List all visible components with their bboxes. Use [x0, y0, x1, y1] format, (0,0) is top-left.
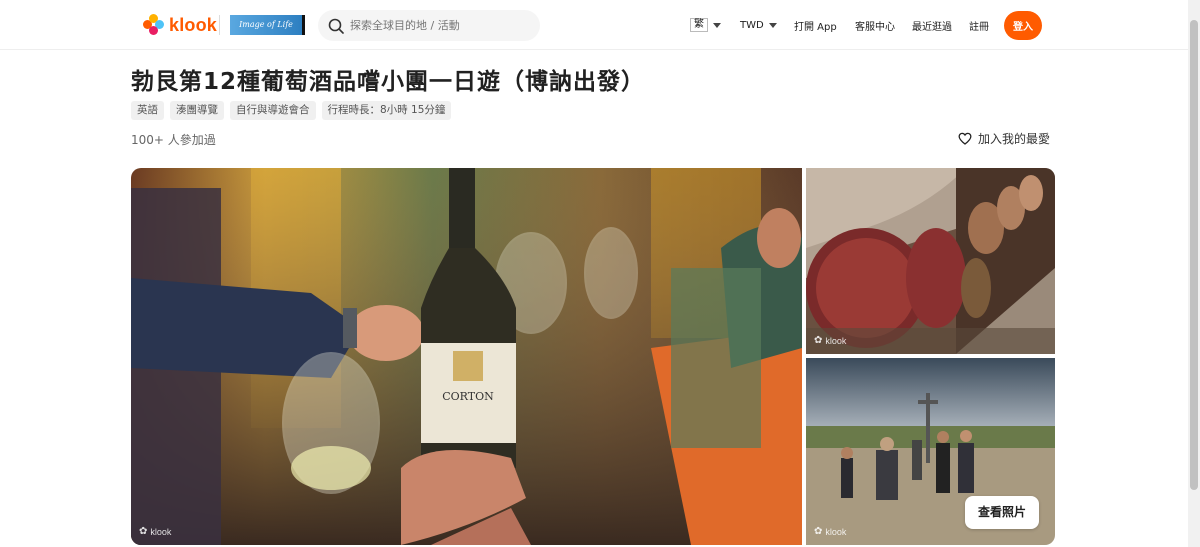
register-link[interactable]: 註冊 [969, 0, 989, 50]
tag-language: 英語 [131, 101, 164, 120]
klook-logo-text: klook [169, 14, 218, 35]
klook-watermark: ✿ klook [814, 335, 847, 346]
currency-label: TWD [740, 19, 764, 31]
klook-watermark: ✿ klook [139, 526, 172, 537]
tag-meeting: 自行與導遊會合 [230, 101, 316, 120]
open-app-link[interactable]: 打開 App [794, 0, 837, 50]
login-button[interactable]: 登入 [1004, 11, 1042, 40]
activity-title: 勃艮第12種葡萄酒品嚐小團一日遊（博訥出發） [131, 69, 646, 95]
tag-duration: 行程時長：8小時 15分鐘 [321, 101, 452, 120]
language-selector[interactable]: 繁 [690, 0, 721, 50]
recently-viewed-link[interactable]: 最近逛過 [912, 0, 952, 50]
chevron-down-icon [768, 22, 777, 28]
participants-count: 100+ 人參加過 [131, 133, 216, 147]
wishlist-label: 加入我的最愛 [978, 132, 1051, 146]
bottle-label-text: CORTON [442, 390, 494, 403]
currency-selector[interactable]: TWD [740, 0, 777, 50]
activity-tags: 英語 湊團導覽 自行與導遊會合 行程時長：8小時 15分鐘 [131, 101, 452, 120]
partner-badge: Image of Life [230, 15, 305, 35]
customer-service-link[interactable]: 客服中心 [855, 0, 895, 50]
chevron-down-icon [713, 22, 721, 28]
language-label: 繁 [690, 18, 708, 32]
main-photo[interactable]: CORTON ✿ klook [131, 168, 802, 545]
search-icon [328, 18, 344, 34]
klook-watermark: ✿ klook [814, 526, 847, 537]
heart-icon [958, 132, 972, 145]
wine-cellar-image [806, 168, 1055, 354]
search-bar[interactable] [318, 10, 540, 41]
klook-logo[interactable]: klook [143, 14, 217, 36]
photo-gallery: CORTON ✿ klook ✿ klook ✿ klook 查看照片 [131, 168, 1055, 545]
vineyard-photo[interactable]: ✿ klook 查看照片 [806, 358, 1055, 545]
logo-divider [219, 15, 220, 35]
top-navbar: klook Image of Life 繁 TWD 打開 App 客服中心 最近… [0, 0, 1188, 50]
tag-group-tour: 湊團導覽 [170, 101, 224, 120]
search-input[interactable] [350, 19, 520, 32]
scrollbar-thumb[interactable] [1190, 20, 1198, 490]
add-to-wishlist-button[interactable]: 加入我的最愛 [958, 130, 1050, 147]
cellar-photo[interactable]: ✿ klook [806, 168, 1055, 354]
page-scrollbar[interactable] [1188, 0, 1200, 547]
view-photos-button[interactable]: 查看照片 [964, 496, 1039, 529]
wine-toast-image: CORTON [131, 168, 802, 545]
klook-logo-icon [143, 14, 165, 36]
